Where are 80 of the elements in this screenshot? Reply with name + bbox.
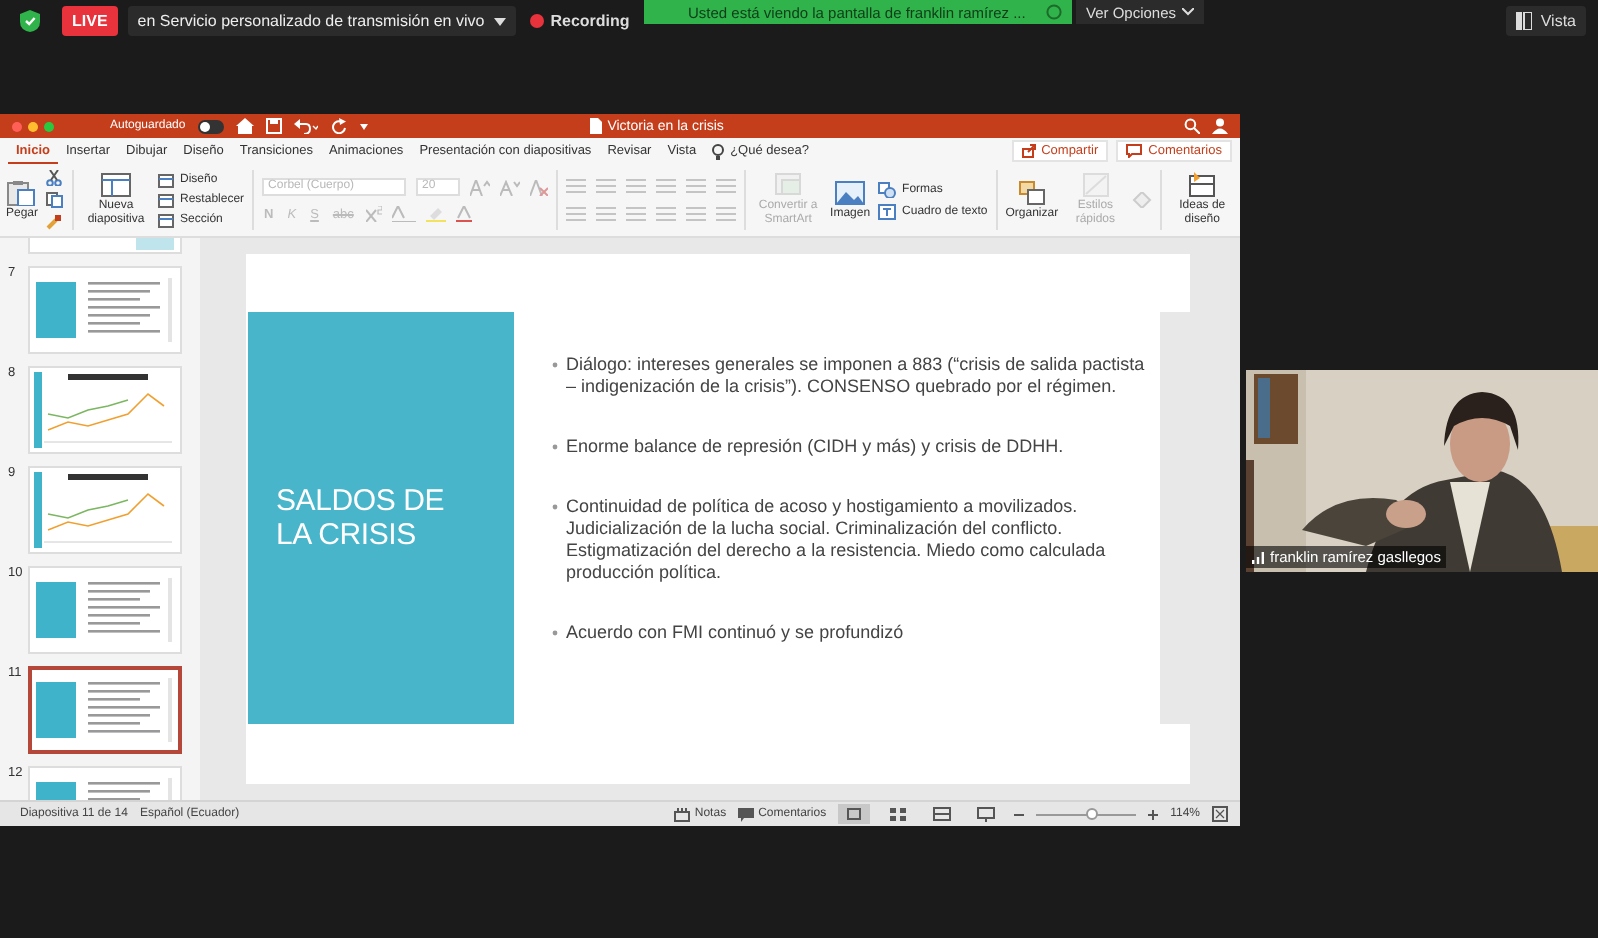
- bullet-icon: [552, 504, 558, 510]
- text-box-icon: [878, 203, 897, 219]
- notes-icon: [674, 807, 691, 821]
- line-spacing-icon[interactable]: [686, 178, 707, 194]
- grow-font-icon[interactable]: [470, 179, 491, 195]
- shapes-icon: [878, 181, 897, 197]
- close-window-icon[interactable]: [12, 121, 22, 131]
- bullet-icon: [552, 362, 558, 368]
- shrink-font-icon[interactable]: [500, 179, 521, 195]
- smartart-icon: [772, 172, 805, 199]
- minimize-window-icon[interactable]: [28, 121, 38, 131]
- columns-icon[interactable]: [716, 178, 737, 194]
- comment-icon: [738, 807, 755, 821]
- align-text-icon[interactable]: [716, 206, 737, 222]
- fit-window-icon[interactable]: [1212, 806, 1228, 822]
- brush-icon[interactable]: [46, 214, 63, 230]
- recording-dot-icon: [530, 14, 545, 28]
- undo-icon[interactable]: [293, 118, 318, 134]
- document-icon: [589, 118, 602, 134]
- copy-icon[interactable]: [46, 192, 65, 208]
- layout-icon: [158, 173, 175, 187]
- layout-icon: [158, 213, 175, 227]
- layout-icon: [158, 193, 175, 207]
- bullet-text: Diálogo: intereses generales se imponen a 883 (“crisis de salida pactista – indigenización de la crisis”). CONSENSO quebrado por el régimen.: [566, 354, 1147, 398]
- stream-title-dropdown[interactable]: en Servicio personalizado de transmisión en vivo: [127, 6, 517, 36]
- slide-layout-icon: [100, 172, 133, 199]
- slider-thumb[interactable]: [1085, 807, 1098, 819]
- lightbulb-icon: [712, 143, 725, 159]
- shape-fill-icon[interactable]: [1132, 192, 1153, 208]
- person-icon[interactable]: [1212, 118, 1228, 134]
- search-icon[interactable]: [1184, 118, 1200, 134]
- view-button[interactable]: Vista: [1506, 6, 1586, 36]
- signal-icon: [1252, 551, 1264, 563]
- share-icon: [1021, 144, 1036, 158]
- caret-icon: [494, 17, 507, 25]
- bullet-text: Acuerdo con FMI continuó y se profundizó: [566, 622, 904, 644]
- view-icon: [1516, 12, 1533, 30]
- bullet-text: Continuidad de política de acoso y hostigamiento a movilizados. Judicialización de la lucha social. Criminalización del conflicto. Estigmatización del derecho a la resistencia. Miedo como calculada producción política.: [566, 496, 1108, 584]
- outdent-icon[interactable]: [626, 178, 647, 194]
- view-mode-button[interactable]: [838, 804, 871, 824]
- design-ideas-icon: [1186, 172, 1219, 199]
- styles-icon: [1079, 172, 1112, 199]
- grid-view-icon: [888, 806, 909, 822]
- numbering-icon[interactable]: [596, 178, 617, 194]
- indent-icon[interactable]: [656, 178, 677, 194]
- customize-icon[interactable]: [359, 122, 368, 130]
- bullet-text: Enorme balance de represión (CIDH y más) y crisis de DDHH.: [566, 436, 1064, 458]
- zoom-window-icon[interactable]: [44, 121, 54, 131]
- slide-title: SALDOS DE LA CRISIS: [276, 483, 445, 553]
- redo-icon[interactable]: [329, 118, 348, 134]
- home-icon[interactable]: [235, 118, 254, 134]
- superscript-icon[interactable]: [365, 206, 382, 222]
- spacing-icon[interactable]: [391, 206, 416, 222]
- caret-icon: [1182, 8, 1195, 16]
- normal-view-icon: [844, 806, 865, 822]
- bullet-icon: [552, 630, 558, 636]
- image-icon: [834, 179, 867, 206]
- slideshow-icon: [976, 806, 997, 822]
- zoom-in-icon[interactable]: [1148, 809, 1159, 819]
- align-left-icon[interactable]: [566, 206, 587, 222]
- bullets-icon[interactable]: [566, 178, 587, 194]
- reading-view-icon: [932, 806, 953, 822]
- font-color-icon[interactable]: [455, 206, 472, 222]
- circle-icon[interactable]: [1046, 4, 1062, 20]
- clipboard-icon: [6, 179, 38, 206]
- align-center-icon[interactable]: [596, 206, 617, 222]
- justify-icon[interactable]: [656, 206, 677, 222]
- zoom-out-icon[interactable]: [1014, 809, 1025, 819]
- recording-label: Recording: [550, 12, 630, 30]
- comment-icon: [1126, 144, 1143, 158]
- shield-icon[interactable]: [20, 10, 40, 32]
- scissors-icon[interactable]: [46, 170, 63, 186]
- clear-format-icon[interactable]: [530, 179, 549, 195]
- bullet-icon: [552, 444, 558, 450]
- text-direction-icon[interactable]: [686, 206, 707, 222]
- align-right-icon[interactable]: [626, 206, 647, 222]
- arrange-icon: [1015, 179, 1048, 206]
- autosave-toggle[interactable]: [197, 119, 224, 133]
- live-badge: LIVE: [62, 6, 118, 36]
- save-icon[interactable]: [265, 118, 282, 134]
